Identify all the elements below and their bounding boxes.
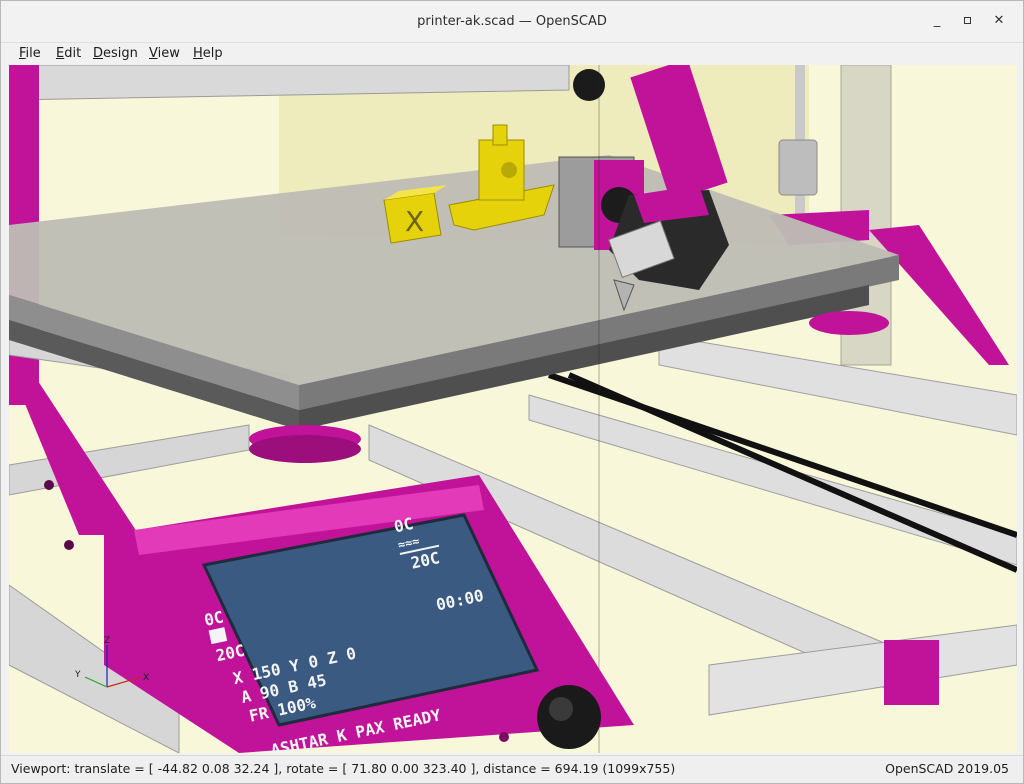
idler-pulley [573,69,605,101]
lcd-knob-highlight [549,697,573,721]
menu-help[interactable]: Help [193,46,223,61]
lcd-hotend-temp: 0C [392,514,415,537]
rail-right-1 [658,334,1017,436]
title-bar[interactable]: printer-ak.scad — OpenSCAD _ ✕ [1,1,1023,43]
maximize-icon [963,17,971,24]
close-button[interactable]: ✕ [989,13,1009,31]
thumb-wheel [809,311,889,335]
left-bracket-hole [44,480,54,490]
status-bar: Viewport: translate = [ -44.82 0.08 32.2… [1,755,1023,783]
menu-view[interactable]: View [149,46,180,61]
rod-bearing [778,139,818,196]
render-scene: X 0C 20C 0C ≈≈≈ 20C X 150 Y 0 Z 0 00:00 … [9,65,1017,753]
maximize-button[interactable] [957,13,977,31]
gizmo-z-label: Z [104,636,110,646]
viewport-status: Viewport: translate = [ -44.82 0.08 32.2… [11,761,676,776]
menu-design[interactable]: Design [93,46,138,61]
menu-file[interactable]: File [19,46,41,61]
gizmo-x-label: X [143,673,149,683]
openscad-window: printer-ak.scad — OpenSCAD _ ✕ File Edit… [0,0,1024,784]
reset-button [499,732,509,742]
benchy-window [501,162,517,178]
close-icon: ✕ [993,13,1005,28]
gizmo-y-label: Y [74,670,81,680]
lcd-bed-temp: 0C [203,607,226,630]
left-bracket-hole [64,540,74,550]
rail-endcap [884,640,939,705]
cube-letter: X [405,205,424,238]
version-label: OpenSCAD 2019.05 [885,761,1009,776]
minimize-button[interactable]: _ [927,13,947,31]
menu-edit[interactable]: Edit [56,46,81,61]
menu-bar: File Edit Design View Help [1,43,1023,65]
benchy-chimney [492,124,508,146]
3d-viewport[interactable]: X 0C 20C 0C ≈≈≈ 20C X 150 Y 0 Z 0 00:00 … [9,65,1017,753]
thumb-wheel-side [249,435,361,463]
minimize-icon: _ [933,13,941,28]
window-title: printer-ak.scad — OpenSCAD [417,14,607,29]
